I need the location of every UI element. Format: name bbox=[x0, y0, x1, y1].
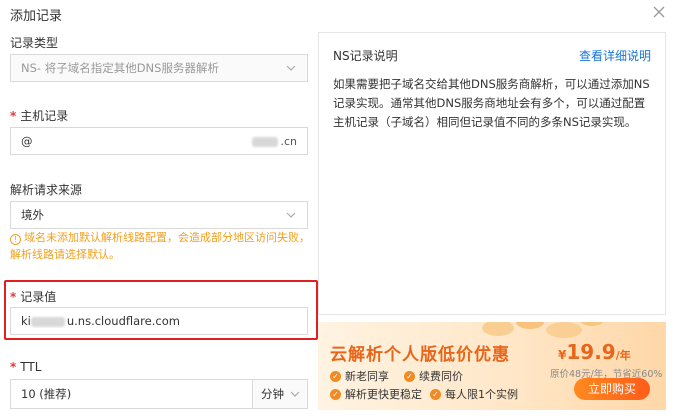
line-warning: ! 域名未添加默认解析线路配置，会造成部分地区访问失败，解析线路请选择默认。 bbox=[10, 231, 310, 261]
promo-title: 云解析个人版低价优惠 bbox=[330, 345, 510, 365]
promo-banner[interactable]: 云解析个人版低价优惠 ✓ 新老同享 ✓ 续费同价 ✓ 解析更快更稳定 ✓ 每人限1个实例… bbox=[318, 322, 666, 410]
chevron-down-icon bbox=[289, 388, 301, 400]
ttl-value-input[interactable]: 10 (推荐) bbox=[11, 380, 253, 408]
buy-now-button[interactable]: 立即购买 bbox=[574, 378, 650, 400]
perk-item: ✓ 解析更快更稳定 bbox=[330, 386, 422, 402]
perk-item: ✓ 每人限1个实例 bbox=[430, 386, 518, 402]
perk-item: ✓ 新老同享 bbox=[330, 368, 389, 384]
perk-item: ✓ 续费同价 bbox=[404, 368, 463, 384]
resolve-source-value: 境外 bbox=[21, 208, 44, 222]
redacted-value bbox=[30, 316, 65, 327]
check-icon: ✓ bbox=[330, 388, 341, 400]
help-panel-title: NS记录说明 bbox=[333, 49, 398, 63]
record-value-input[interactable]: ki u.ns.cloudflare.com bbox=[10, 307, 308, 335]
resolve-source-select[interactable]: 境外 bbox=[10, 201, 308, 229]
redacted-domain bbox=[252, 136, 279, 147]
resolve-source-label: 解析请求来源 bbox=[10, 183, 83, 197]
required-mark: * bbox=[10, 290, 17, 304]
view-details-link[interactable]: 查看详细说明 bbox=[579, 47, 651, 64]
chevron-down-icon bbox=[285, 62, 297, 74]
host-record-input[interactable]: @ .cn bbox=[10, 127, 308, 155]
domain-suffix: .cn bbox=[252, 135, 297, 148]
chevron-down-icon bbox=[285, 209, 297, 221]
record-type-select[interactable]: NS- 将子域名指定其他DNS服务器解析 bbox=[10, 54, 308, 82]
ttl-input-group: 10 (推荐) 分钟 bbox=[10, 379, 308, 409]
check-icon: ✓ bbox=[430, 388, 441, 400]
host-record-value: @ bbox=[21, 134, 33, 148]
record-type-label: 记录类型 bbox=[10, 36, 59, 50]
promo-price: ¥19.9/年 bbox=[558, 340, 631, 364]
required-mark: * bbox=[10, 360, 17, 374]
warning-icon: ! bbox=[10, 234, 21, 245]
record-value-text: ki u.ns.cloudflare.com bbox=[21, 314, 180, 328]
ttl-unit-value: 分钟 bbox=[261, 387, 284, 401]
ns-help-panel: NS记录说明 查看详细说明 如果需要把子域名交给其他DNS服务商解析，可以通过添… bbox=[318, 32, 666, 315]
ttl-label: * TTL bbox=[10, 360, 42, 374]
dialog-title: 添加记录 bbox=[10, 9, 63, 24]
check-icon: ✓ bbox=[330, 370, 341, 382]
required-mark: * bbox=[10, 109, 17, 123]
record-type-value: NS- 将子域名指定其他DNS服务器解析 bbox=[21, 61, 219, 75]
check-icon: ✓ bbox=[404, 370, 415, 382]
record-value-label: * 记录值 bbox=[10, 290, 57, 304]
close-icon[interactable] bbox=[652, 5, 666, 19]
ttl-unit-select[interactable]: 分钟 bbox=[253, 380, 307, 408]
host-record-label: * 主机记录 bbox=[10, 109, 69, 123]
help-panel-body: 如果需要把子域名交给其他DNS服务商解析，可以通过添加NS记录实现。通常其他DN… bbox=[333, 77, 650, 129]
